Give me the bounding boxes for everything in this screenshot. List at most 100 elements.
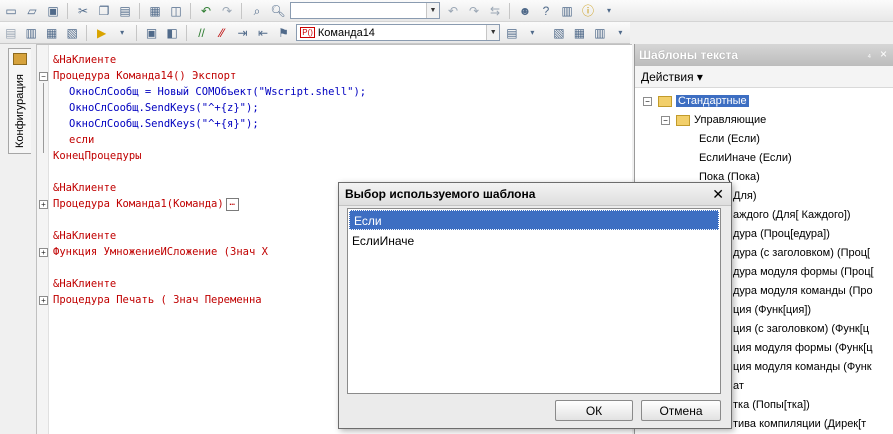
- tree-item[interactable]: тива компиляции (Дирек[т: [733, 415, 866, 434]
- undo-icon[interactable]: ↶: [197, 2, 215, 20]
- code-line: если: [69, 134, 95, 146]
- tree-item[interactable]: ция модуля команды (Функ: [733, 358, 872, 377]
- help-icon[interactable]: ?: [537, 2, 555, 20]
- collapse-icon[interactable]: −: [661, 115, 670, 125]
- comment-icon[interactable]: //: [193, 24, 210, 42]
- code-line: ОкноСлСообщ = Новый COMОбъект("Wscript.s…: [69, 86, 367, 98]
- code-line: ОкноСлСообщ.SendKeys("^+{z}");: [69, 102, 259, 114]
- template-list[interactable]: Если ЕслиИначе: [347, 208, 721, 394]
- run-debug-icon[interactable]: ▶: [93, 24, 110, 42]
- search-combo[interactable]: ▼: [290, 2, 440, 19]
- chevron-down-icon[interactable]: ▾: [600, 2, 618, 20]
- tree-node-control[interactable]: − Управляющие: [661, 111, 766, 130]
- dialog-title: Выбор используемого шаблона: [345, 187, 536, 201]
- pin-icon[interactable]: ₄: [867, 49, 871, 59]
- dialog-title-bar: Выбор используемого шаблона ✕: [339, 183, 731, 206]
- code-line: &НаКлиенте: [53, 54, 117, 66]
- users-icon[interactable]: ☻: [516, 2, 534, 20]
- chevron-down-icon[interactable]: ▾: [524, 24, 541, 42]
- cancel-button[interactable]: Отмена: [641, 400, 721, 421]
- code-line: &НаКлиенте: [53, 278, 117, 290]
- find-prev-icon[interactable]: ↶: [444, 2, 462, 20]
- copy-icon[interactable]: ❐: [95, 2, 113, 20]
- configuration-icon: [13, 53, 27, 65]
- designer-window: ▭ ▱ ▣ ✂ ❐ ▤ ▦ ◫ ↶ ↷ ⌕ 🔍︎ ▼ ↶ ↷ ⇆ ☻ ? ▥ ⓘ…: [0, 0, 893, 434]
- form-icon[interactable]: ▥: [22, 24, 39, 42]
- panel-title: Шаблоны текста: [639, 48, 739, 62]
- tree-item[interactable]: ция (с заголовком) (Функ[ц: [733, 320, 869, 339]
- table-icon[interactable]: ▧: [63, 24, 80, 42]
- tree-item[interactable]: тка (Попы[тка]): [733, 396, 810, 415]
- expand-function-toggle[interactable]: +: [39, 248, 48, 257]
- code-line: Функция УмножениеИСложение (Знач Х: [53, 246, 268, 258]
- tree-item[interactable]: ция модуля формы (Функ[ц: [733, 339, 873, 358]
- list-item[interactable]: ЕслиИначе: [348, 231, 720, 251]
- save-icon[interactable]: ▣: [44, 2, 62, 20]
- tree-item[interactable]: дура (Проц[едура]): [733, 225, 830, 244]
- main-toolbar: ▭ ▱ ▣ ✂ ❐ ▤ ▦ ◫ ↶ ↷ ⌕ 🔍︎ ▼ ↶ ↷ ⇆ ☻ ? ▥ ⓘ…: [0, 0, 893, 22]
- code-line: Процедура Печать ( Знач Переменна: [53, 294, 262, 306]
- replace-icon[interactable]: ⇆: [486, 2, 504, 20]
- ok-button[interactable]: ОК: [555, 400, 633, 421]
- tree-item[interactable]: ция (Функ[ция]): [733, 301, 811, 320]
- tree-item[interactable]: Для): [733, 187, 757, 206]
- configuration-side-tab[interactable]: Конфигурация: [8, 48, 31, 154]
- open-folder-icon[interactable]: ▱: [23, 2, 41, 20]
- expand-procedure-toggle[interactable]: +: [39, 296, 48, 305]
- tree-item[interactable]: дура (с заголовком) (Проц[: [733, 244, 870, 263]
- module-properties-icon[interactable]: ▧: [550, 24, 567, 42]
- bookmark-icon[interactable]: ⚑: [275, 24, 292, 42]
- tree-item[interactable]: аждого (Для[ Каждого]): [733, 206, 851, 225]
- module-icon[interactable]: ▤: [2, 24, 19, 42]
- chevron-down-icon[interactable]: ▼: [486, 25, 500, 40]
- tree-item[interactable]: дура модуля формы (Проц[: [733, 263, 874, 282]
- tree-item[interactable]: дура модуля команды (Про: [733, 282, 873, 301]
- info-icon[interactable]: ⓘ: [579, 2, 597, 20]
- chevron-down-icon[interactable]: ▾: [612, 24, 629, 42]
- collapse-procedure-toggle[interactable]: −: [39, 72, 48, 81]
- go-to-icon[interactable]: ▤: [503, 24, 520, 42]
- print-icon[interactable]: ▦: [146, 2, 164, 20]
- collapse-icon[interactable]: −: [643, 96, 652, 106]
- toolbar-separator: [190, 2, 191, 19]
- templates-icon[interactable]: ▥: [591, 24, 608, 42]
- toolbar-separator: [509, 2, 510, 19]
- close-icon[interactable]: ×: [880, 47, 887, 61]
- tree-item[interactable]: Если (Если): [699, 130, 760, 149]
- code-line: КонецПроцедуры: [53, 150, 142, 162]
- chevron-down-icon[interactable]: ▼: [426, 3, 439, 18]
- toolbar-separator: [135, 24, 137, 41]
- close-icon[interactable]: ✕: [712, 183, 724, 206]
- paste-icon[interactable]: ▤: [116, 2, 134, 20]
- tree-item[interactable]: ЕслиИначе (Если): [699, 149, 792, 168]
- object-tree-icon[interactable]: ▦: [571, 24, 588, 42]
- editor-toolbar: ▤ ▥ ▦ ▧ ▶ ▾ ▣ ◧ // ⁄⁄ ⇥ ⇤ ⚑ P() Команда1…: [0, 22, 630, 44]
- uncomment-icon[interactable]: ⁄⁄: [213, 24, 230, 42]
- panel-title-bar: Шаблоны текста ₄ ×: [635, 44, 893, 66]
- find-next-icon[interactable]: ↷: [465, 2, 483, 20]
- database-icon[interactable]: ▦: [43, 24, 60, 42]
- cut-icon[interactable]: ✂: [74, 2, 92, 20]
- tree-node-standard[interactable]: − Стандартные: [643, 92, 749, 111]
- actions-menu[interactable]: Действия ▾: [635, 66, 893, 88]
- wizard-icon[interactable]: ◧: [163, 24, 180, 42]
- syntax-assistant-icon[interactable]: ▥: [558, 2, 576, 20]
- redo-icon[interactable]: ↷: [218, 2, 236, 20]
- new-doc-icon[interactable]: ▭: [2, 2, 20, 20]
- preview-icon[interactable]: ◫: [167, 2, 185, 20]
- list-item[interactable]: Если: [349, 210, 719, 230]
- actions-menu-label: Действия ▾: [641, 69, 703, 84]
- folder-icon: [676, 114, 690, 126]
- chevron-down-icon[interactable]: ▾: [113, 24, 130, 42]
- expand-procedure-toggle[interactable]: +: [39, 200, 48, 209]
- collapsed-body-marker[interactable]: …: [225, 197, 239, 211]
- find-icon[interactable]: ⌕: [248, 2, 266, 20]
- procedure-combo[interactable]: P() Команда14 ▼: [296, 24, 501, 41]
- configuration-tab-label: Конфигурация: [14, 74, 26, 148]
- syntax-check-icon[interactable]: ▣: [143, 24, 160, 42]
- tree-item[interactable]: ат: [733, 377, 744, 396]
- indent-icon[interactable]: ⇥: [234, 24, 251, 42]
- outdent-icon[interactable]: ⇤: [254, 24, 271, 42]
- search-icon[interactable]: 🔍︎: [269, 2, 287, 20]
- toolbar-separator: [241, 2, 242, 19]
